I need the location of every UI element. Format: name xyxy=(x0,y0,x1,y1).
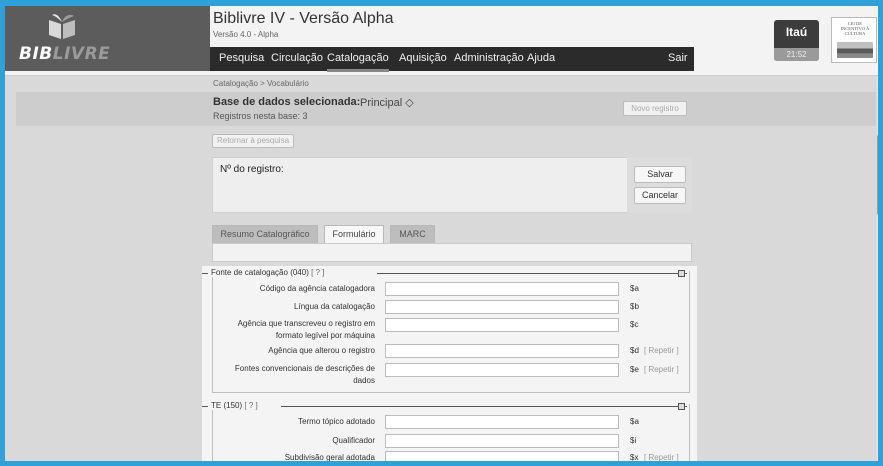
field-label: Qualificador xyxy=(332,436,375,445)
subfield-code: $a xyxy=(630,284,639,293)
section-legend: TE (150) [ ? ] xyxy=(208,401,261,410)
help-link[interactable]: [ ? ] xyxy=(244,401,257,410)
new-record-button[interactable]: Novo registro xyxy=(623,101,687,116)
field-input-040c[interactable] xyxy=(385,318,619,332)
clock-time: 21:52 xyxy=(774,48,819,61)
save-button[interactable]: Salvar xyxy=(634,166,686,183)
section-title: Fonte de catalogação xyxy=(211,268,288,277)
active-menu-indicator xyxy=(327,69,389,72)
field-input-040b[interactable] xyxy=(385,300,619,314)
logo-text: BIBLIVRE xyxy=(19,44,111,64)
logout-link[interactable]: Sair xyxy=(668,52,688,64)
biblivre-logo[interactable]: BIBLIVRE xyxy=(5,6,210,71)
collapse-icon[interactable] xyxy=(678,403,685,410)
field-label: Código da agência catalogadora xyxy=(259,284,375,293)
subfield-code: $i xyxy=(630,436,637,445)
menu-item-aquisicao[interactable]: Aquisição xyxy=(399,52,447,64)
repeat-link[interactable]: [ Repetir ] xyxy=(644,346,679,355)
section-code: (150) xyxy=(223,401,243,410)
field-label: Agência que alterou o registro xyxy=(268,346,375,355)
scrollbar-thumb[interactable] xyxy=(877,134,878,216)
tab-marc[interactable]: MARC xyxy=(390,225,435,243)
header: BIBLIVRE Biblivre IV - Versão Alpha Vers… xyxy=(5,6,878,76)
menu-item-administracao[interactable]: Administração xyxy=(454,52,524,64)
subfield-code: $b xyxy=(630,302,639,311)
field-input-040e[interactable] xyxy=(385,363,619,377)
database-select[interactable]: Principal ◇ xyxy=(360,96,414,109)
database-label: Base de dados selecionada: xyxy=(213,96,361,108)
field-input-150i[interactable] xyxy=(385,434,619,448)
app-title: Biblivre IV - Versão Alpha xyxy=(213,10,394,27)
field-input-040d[interactable] xyxy=(385,344,619,358)
field-label: Termo tópico adotado xyxy=(298,417,375,426)
field-input-150x[interactable] xyxy=(385,451,619,461)
subfield-code: $c xyxy=(630,320,639,329)
field-input-040a[interactable] xyxy=(385,282,619,296)
app-window: BIBLIVRE Biblivre IV - Versão Alpha Vers… xyxy=(0,0,883,466)
section-title: TE xyxy=(211,401,222,410)
itau-label: Itaú xyxy=(785,25,808,39)
section-legend: Fonte de catalogação (040) [ ? ] xyxy=(208,268,328,277)
itau-sponsor-logo: Itaú 21:52 xyxy=(774,20,819,61)
main-menu: Pesquisa Circulação Catalogação Aquisiçã… xyxy=(210,47,694,71)
legend-line-right xyxy=(281,406,687,407)
menu-item-circulacao[interactable]: Circulação xyxy=(271,52,323,64)
field-input-150a[interactable] xyxy=(385,415,619,429)
subfield-code: $x xyxy=(630,453,639,462)
field-label: Fontes convencionais de descrições de da… xyxy=(234,364,375,385)
subfield-code: $d xyxy=(630,346,639,355)
repeat-link[interactable]: [ Repetir ] xyxy=(644,365,679,374)
tab-formulario[interactable]: Formulário xyxy=(324,225,384,244)
collapse-icon[interactable] xyxy=(678,270,685,277)
field-label: Agência que transcreveu o registro em fo… xyxy=(237,319,375,340)
menu-item-pesquisa[interactable]: Pesquisa xyxy=(219,52,264,64)
subfield-code: $a xyxy=(630,417,639,426)
field-label: Subdivisão geral adotada xyxy=(284,453,375,462)
back-to-search-button[interactable]: Retornar à pesquisa xyxy=(212,134,294,148)
lei-label: LEI DE INCENTIVO À CULTURA xyxy=(840,21,870,36)
repeat-link[interactable]: [ Repetir ] xyxy=(644,453,679,461)
app-version: Versão 4.0 - Alpha xyxy=(213,30,279,39)
cancel-button[interactable]: Cancelar xyxy=(634,187,686,204)
menu-item-ajuda[interactable]: Ajuda xyxy=(527,52,555,64)
record-count: Registros nesta base: 3 xyxy=(213,111,308,121)
field-label: Língua da catalogação xyxy=(294,302,375,311)
flag-icon xyxy=(837,42,873,58)
book-logo-icon xyxy=(49,14,75,39)
breadcrumb: Catalogação > Vocabulário xyxy=(213,79,309,88)
lei-incentivo-logo: LEI DE INCENTIVO À CULTURA xyxy=(831,17,877,63)
menu-item-catalogacao[interactable]: Catalogação xyxy=(327,52,389,64)
record-panel: Nº do registro: xyxy=(212,157,692,213)
subfield-code: $e xyxy=(630,365,639,374)
section-code: (040) xyxy=(290,268,309,277)
record-number-label: Nº do registro: xyxy=(220,164,284,175)
database-bar: Base de dados selecionada: Principal ◇ R… xyxy=(16,92,876,126)
legend-line-right xyxy=(377,273,687,274)
tab-toolbar xyxy=(212,243,692,262)
tab-resumo-catalografico[interactable]: Resumo Catalográfico xyxy=(212,225,318,243)
help-link[interactable]: [ ? ] xyxy=(311,268,324,277)
